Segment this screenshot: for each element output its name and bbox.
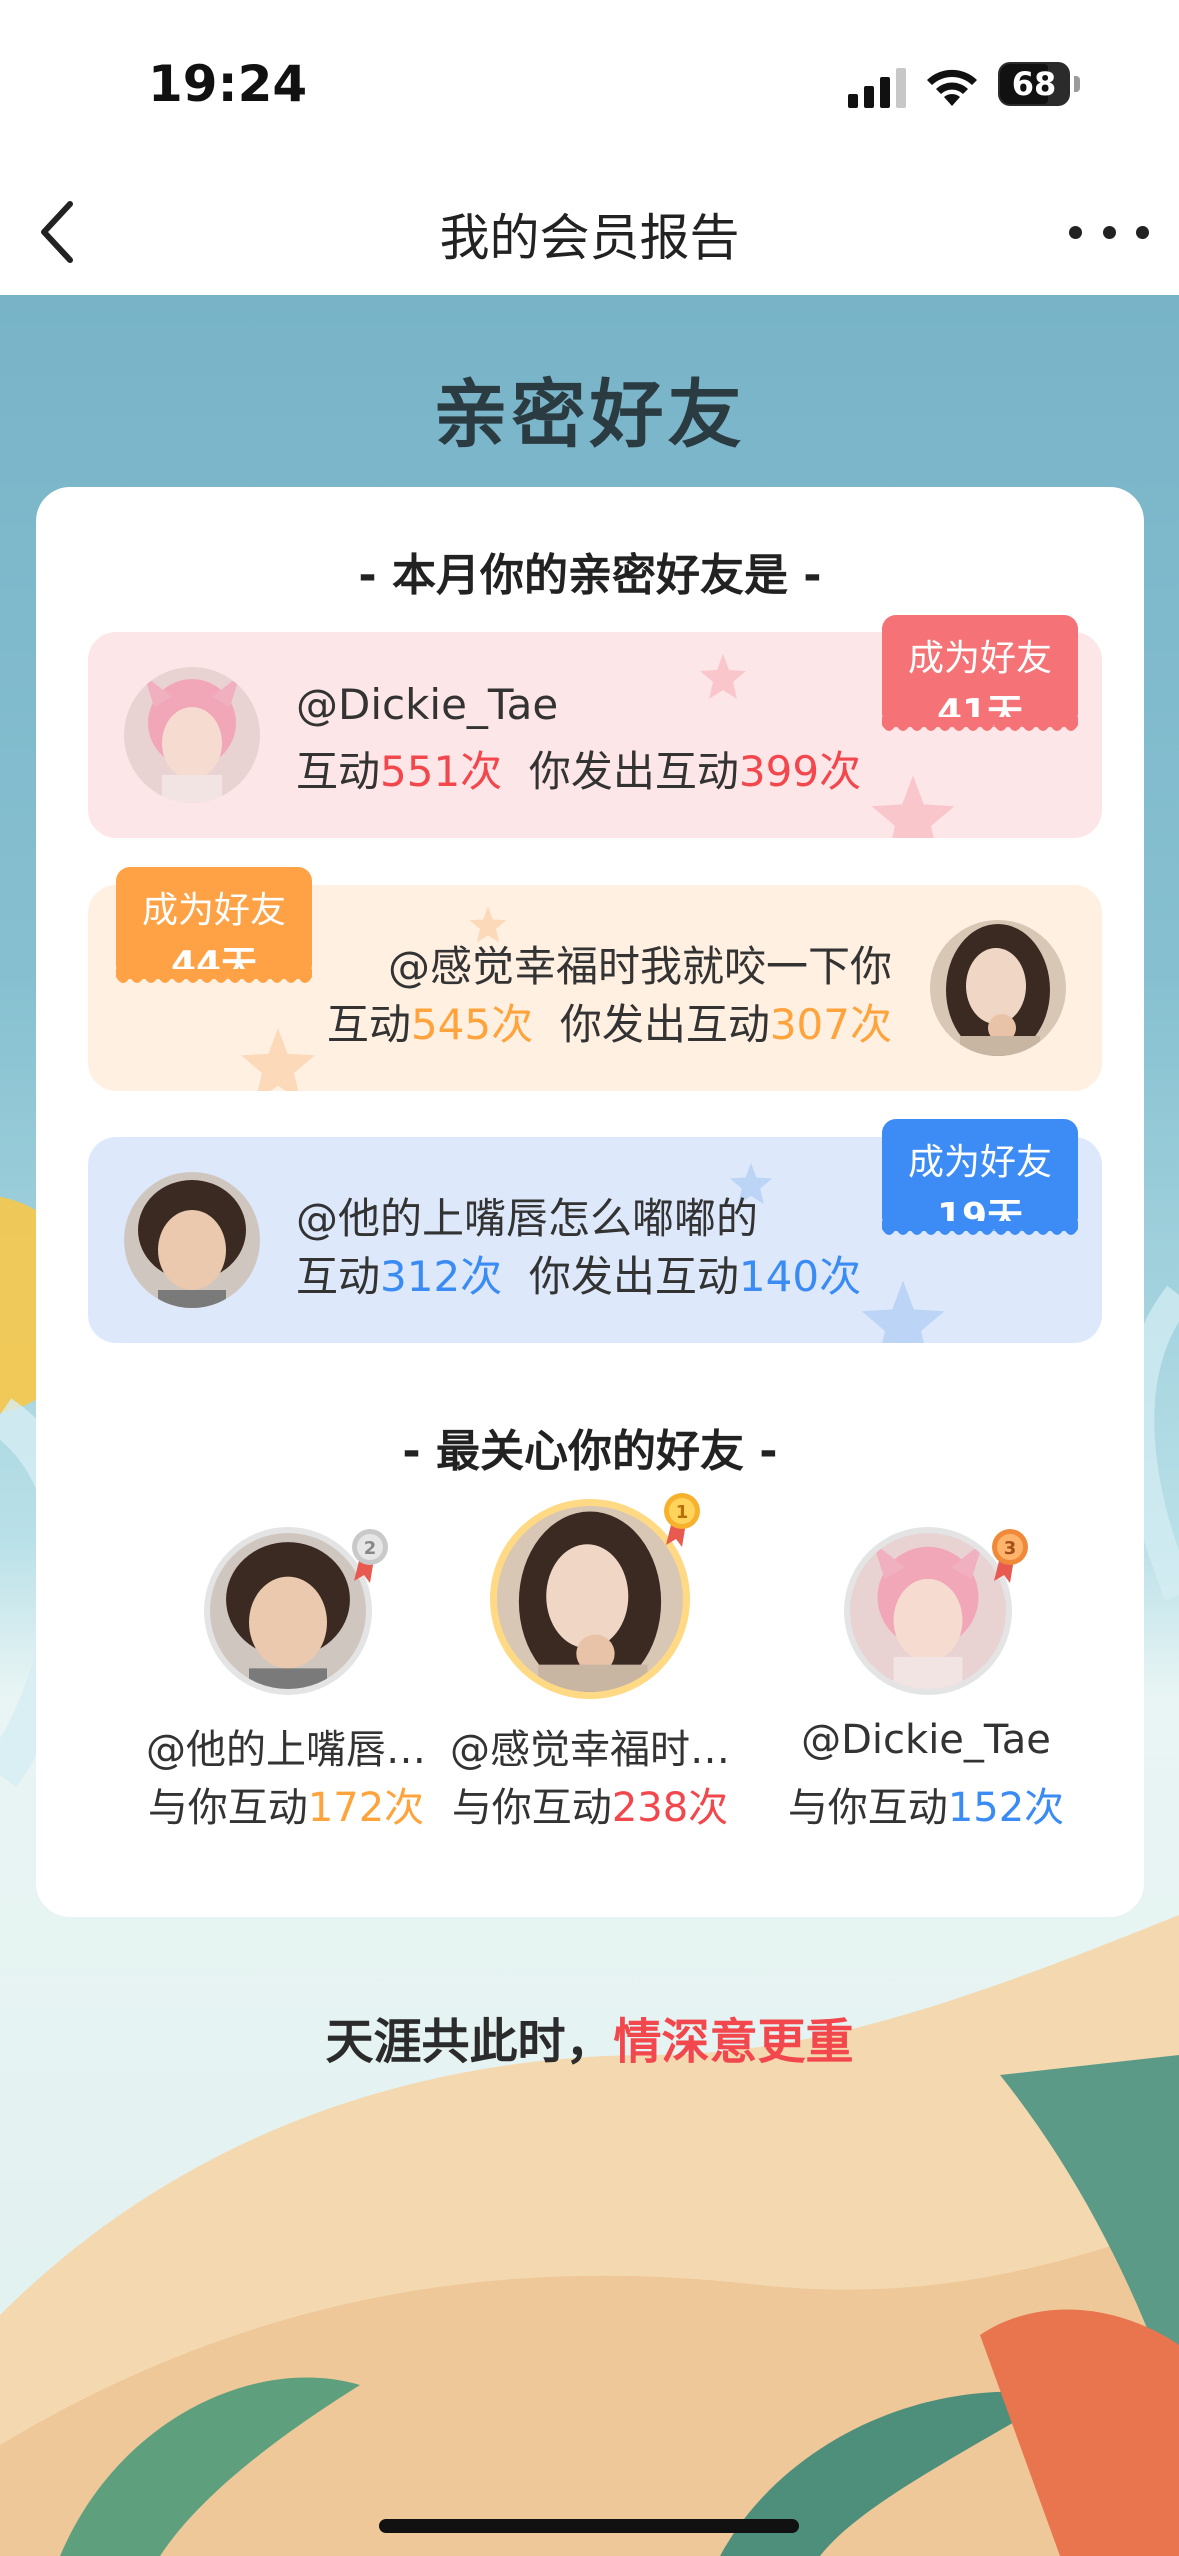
silver-medal-icon: 2 <box>352 1529 388 1583</box>
star-decoration-icon <box>700 654 746 699</box>
report-background: 亲密好友 - 本月你的亲密好友是 - @Dickie_Tae 互动551次 你发… <box>0 295 1179 2556</box>
friend-stats: 互动545次 你发出互动307次 <box>326 1000 892 1049</box>
gold-medal-icon: 1 <box>664 1493 700 1547</box>
friend-avatar[interactable] <box>124 1172 260 1308</box>
intimate-friends-card: - 本月你的亲密好友是 - @Dickie_Tae 互动551次 你发出互动39… <box>36 487 1144 1917</box>
friend-name: @感觉幸福时我就咬一下你 <box>387 942 892 991</box>
home-indicator[interactable] <box>379 2519 799 2533</box>
friend-stats: 互动312次 你发出互动140次 <box>296 1252 862 1301</box>
friend-avatar[interactable] <box>124 667 260 803</box>
more-options-icon[interactable] <box>1069 202 1149 262</box>
svg-text:2: 2 <box>364 1538 377 1559</box>
page-title: 我的会员报告 <box>439 209 740 267</box>
star-decoration-icon <box>241 1028 315 1091</box>
intimate-heading: - 本月你的亲密好友是 - <box>358 550 822 601</box>
star-decoration-icon <box>861 1280 945 1343</box>
caring-friend-stats: 与你互动238次 <box>451 1785 729 1831</box>
cellular-signal-icon <box>848 68 906 108</box>
caring-friend-rank-2[interactable]: 2 @他的上嘴唇… 与你互动172次 <box>126 1527 446 1831</box>
svg-text:1: 1 <box>676 1502 689 1523</box>
section-title: 亲密好友 <box>433 372 746 458</box>
status-time: 19:24 <box>148 55 308 113</box>
star-decoration-icon <box>871 775 955 838</box>
caring-heading: - 最关心你的好友 - <box>402 1426 778 1477</box>
friend-avatar[interactable] <box>850 1533 1006 1689</box>
friendship-days-badge: 成为好友 44天 <box>116 867 312 985</box>
friend-name: @Dickie_Tae <box>296 680 559 729</box>
caring-friend-stats: 与你互动152次 <box>787 1785 1065 1831</box>
battery-icon: 68 <box>998 62 1080 106</box>
bronze-medal-icon: 3 <box>992 1529 1028 1583</box>
caring-friend-name: @他的上嘴唇… <box>146 1727 426 1773</box>
caring-friend-name: @感觉幸福时… <box>450 1727 730 1773</box>
friend-avatar[interactable] <box>930 920 1066 1056</box>
svg-text:3: 3 <box>1004 1538 1017 1559</box>
wifi-icon <box>927 69 977 106</box>
friendship-days-badge: 成为好友 19天 <box>882 1119 1078 1237</box>
friend-avatar[interactable] <box>210 1533 366 1689</box>
slogan: 天涯共此时，情深意更重 <box>325 2014 854 2070</box>
friend-stats: 互动551次 你发出互动399次 <box>296 747 862 796</box>
friend-name: @他的上嘴唇怎么嘟嘟的 <box>296 1194 759 1243</box>
status-bar: 19:24 68 <box>0 0 1179 170</box>
caring-friend-rank-1[interactable]: 1 @感觉幸福时… 与你互动238次 <box>430 1493 750 1831</box>
nav-bar: 我的会员报告 <box>0 170 1179 295</box>
caring-friend-stats: 与你互动172次 <box>147 1785 425 1831</box>
caring-friend-name: @Dickie_Tae <box>801 1717 1051 1763</box>
friend-avatar[interactable] <box>497 1506 683 1692</box>
battery-level: 68 <box>1011 65 1057 103</box>
friendship-days-badge: 成为好友 41天 <box>882 615 1078 733</box>
caring-friend-rank-3[interactable]: 3 @Dickie_Tae 与你互动152次 <box>766 1527 1086 1831</box>
